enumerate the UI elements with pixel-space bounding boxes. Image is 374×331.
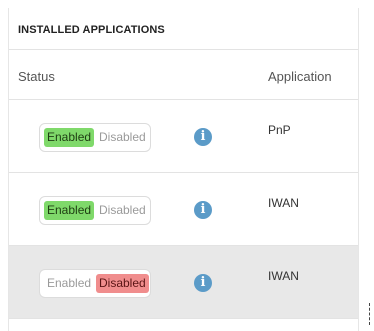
column-header-application: Application bbox=[268, 69, 332, 84]
status-toggle[interactable]: Enabled Disabled bbox=[39, 269, 151, 298]
application-name: IWAN bbox=[268, 196, 299, 210]
table-row: Enabled Disabled i IWAN bbox=[9, 246, 358, 319]
table-row: Enabled Disabled i IWAN bbox=[9, 173, 358, 246]
info-icon[interactable]: i bbox=[194, 201, 212, 219]
status-toggle[interactable]: Enabled Disabled bbox=[39, 123, 151, 152]
table-header: Status Application bbox=[9, 50, 358, 100]
installed-applications-panel: INSTALLED APPLICATIONS Status Applicatio… bbox=[8, 8, 359, 331]
toggle-enabled-option[interactable]: Enabled bbox=[44, 128, 95, 147]
column-header-status: Status bbox=[18, 69, 55, 84]
toggle-disabled-option[interactable]: Disabled bbox=[96, 128, 149, 147]
toggle-disabled-option[interactable]: Disabled bbox=[96, 201, 149, 220]
info-icon[interactable]: i bbox=[194, 128, 212, 146]
table-row: Enabled Disabled i PnP bbox=[9, 100, 358, 173]
application-name: PnP bbox=[268, 123, 291, 137]
info-icon[interactable]: i bbox=[194, 274, 212, 292]
edge-marker bbox=[369, 303, 371, 325]
application-name: IWAN bbox=[268, 269, 299, 283]
toggle-enabled-option[interactable]: Enabled bbox=[44, 201, 95, 220]
toggle-disabled-option[interactable]: Disabled bbox=[96, 274, 149, 293]
section-title: INSTALLED APPLICATIONS bbox=[9, 8, 358, 50]
toggle-enabled-option[interactable]: Enabled bbox=[44, 274, 94, 293]
status-toggle[interactable]: Enabled Disabled bbox=[39, 196, 151, 225]
